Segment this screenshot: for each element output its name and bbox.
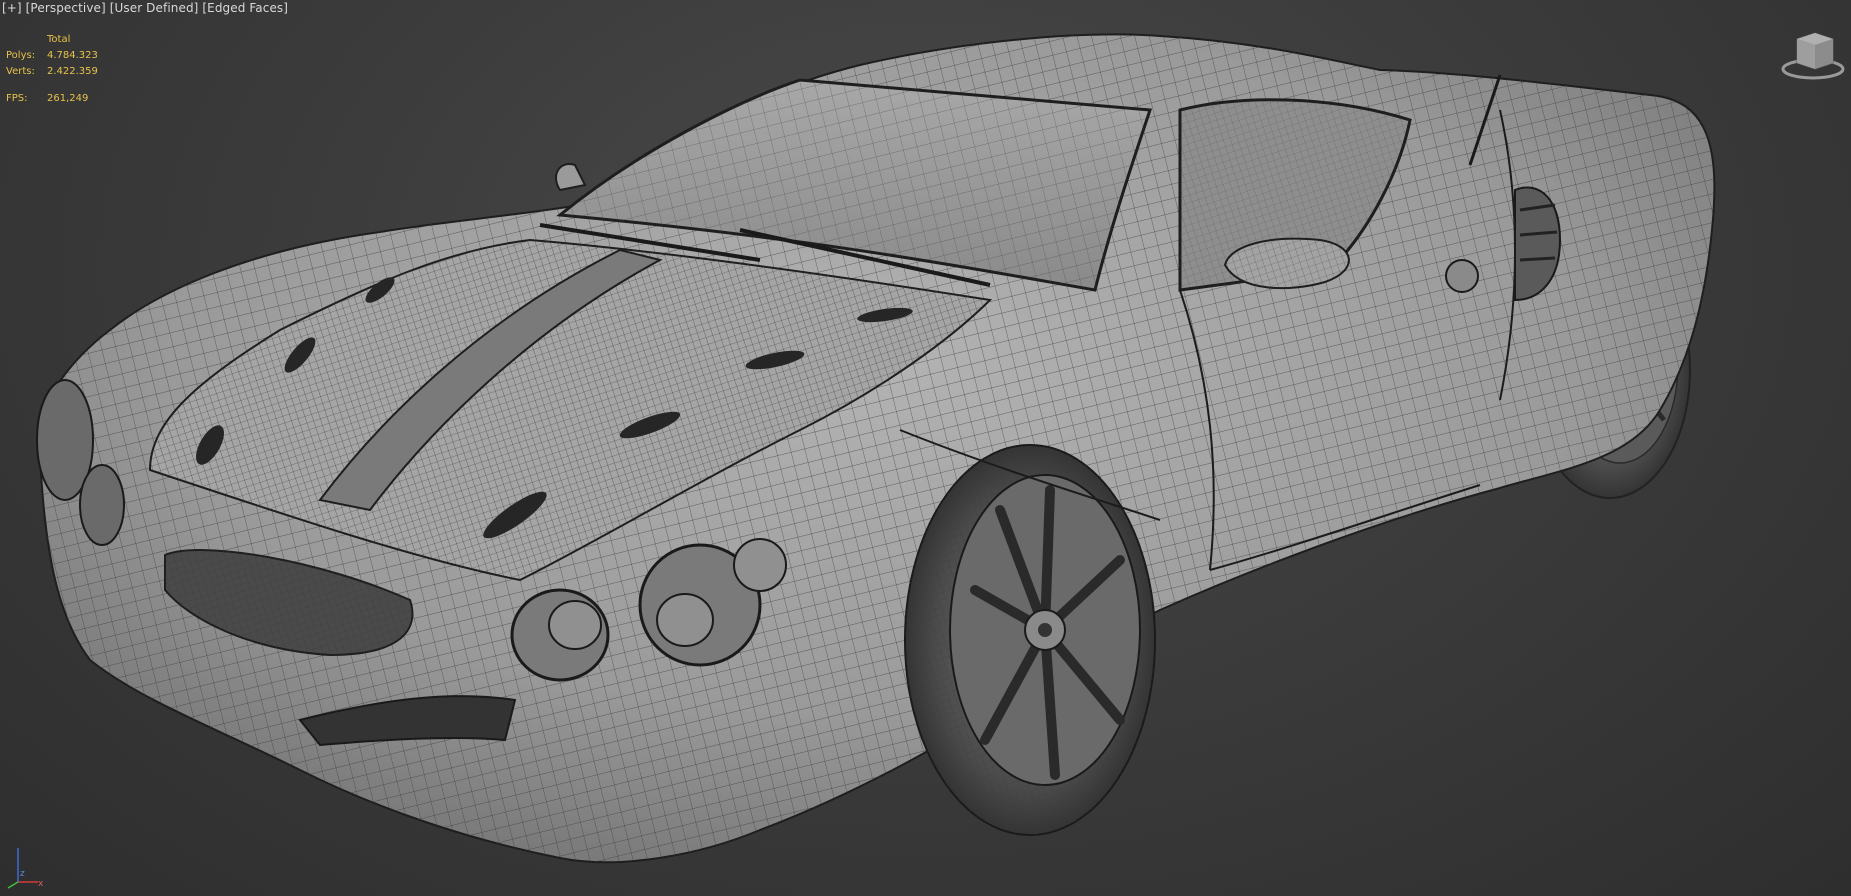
viewport-label[interactable]: [+] [Perspective] [User Defined] [Edged … <box>2 1 288 15</box>
viewcube-icon[interactable] <box>1775 25 1845 85</box>
3d-viewport[interactable]: [+] [Perspective] [User Defined] [Edged … <box>0 0 1851 896</box>
viewport-menu-view[interactable]: [Perspective] <box>26 1 106 15</box>
svg-text:z: z <box>20 869 25 879</box>
viewport-menu-shading[interactable]: [Edged Faces] <box>202 1 288 15</box>
fps-label: FPS: <box>6 93 28 104</box>
stats-header: Total <box>47 34 71 45</box>
verts-value: 2.422.359 <box>47 66 98 77</box>
statistics-overlay: Total Polys: 4.784.323 Verts: 2.422.359 FP… <box>6 32 98 107</box>
viewport-menu-plus[interactable]: [+] <box>2 1 22 15</box>
car-model[interactable] <box>0 0 1851 896</box>
polys-label: Polys: <box>6 50 36 61</box>
viewport-menu-mode[interactable]: [User Defined] <box>110 1 199 15</box>
axis-tripod-icon: z x <box>7 848 44 889</box>
polys-value: 4.784.323 <box>47 50 98 61</box>
front-wheel <box>904 444 1156 836</box>
verts-label: Verts: <box>6 66 35 77</box>
svg-text:x: x <box>38 879 44 889</box>
fps-value: 261,249 <box>47 93 89 104</box>
